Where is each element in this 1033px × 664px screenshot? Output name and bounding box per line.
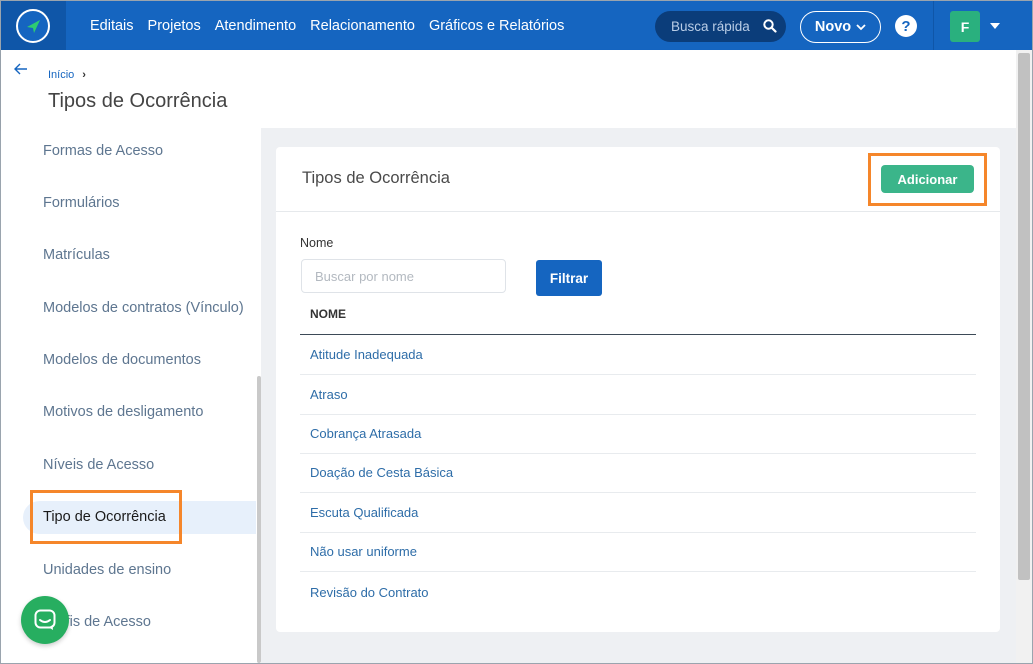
add-button-highlight-box [868, 153, 987, 206]
logo-icon [16, 9, 50, 43]
name-search-input[interactable] [301, 259, 506, 293]
back-arrow-icon[interactable] [14, 62, 28, 80]
nav-graficos-relatorios[interactable]: Gráficos e Relatórios [429, 18, 564, 34]
nav-relacionamento[interactable]: Relacionamento [310, 18, 415, 34]
sidebar-item-modelos-documentos[interactable]: Modelos de documentos [43, 352, 201, 368]
main-nav: Editais Projetos Atendimento Relacioname… [90, 1, 578, 50]
top-navbar: Editais Projetos Atendimento Relacioname… [1, 1, 1032, 50]
sidebar-item-unidades-de-ensino[interactable]: Unidades de ensino [43, 562, 171, 578]
search-icon [763, 19, 777, 36]
logo-container[interactable] [1, 1, 66, 50]
page-title: Tipos de Ocorrência [48, 90, 228, 112]
new-button[interactable]: Novo [800, 11, 881, 43]
quick-search[interactable]: Busca rápida [655, 11, 786, 42]
quick-search-placeholder: Busca rápida [671, 19, 750, 34]
breadcrumb: Início › [48, 69, 86, 81]
sidebar-item-modelos-contratos[interactable]: Modelos de contratos (Vínculo) [43, 300, 244, 316]
card-title: Tipos de Ocorrência [302, 169, 450, 187]
nav-projetos[interactable]: Projetos [148, 18, 201, 34]
sidebar-item-formas-de-acesso[interactable]: Formas de Acesso [43, 143, 163, 159]
user-menu-caret-icon[interactable] [990, 23, 1000, 29]
chat-icon[interactable] [21, 596, 69, 644]
sidebar-item-formularios[interactable]: Formulários [43, 195, 120, 211]
new-button-label: Novo [814, 19, 852, 35]
page-scrollbar-thumb[interactable] [1018, 53, 1030, 580]
column-header-nome[interactable]: NOME [300, 307, 976, 335]
table-row[interactable]: Escuta Qualificada [300, 493, 976, 533]
nav-atendimento[interactable]: Atendimento [215, 18, 296, 34]
settings-sidebar: Formas de Acesso Formulários Matrículas … [1, 128, 261, 663]
table-row[interactable]: Cobrança Atrasada [300, 414, 976, 454]
table-row[interactable]: Revisão do Contrato [300, 572, 976, 612]
table-row[interactable]: Não usar uniforme [300, 532, 976, 572]
name-filter-label: Nome [300, 236, 334, 250]
chevron-down-icon [856, 19, 866, 35]
sidebar-item-matriculas[interactable]: Matrículas [43, 247, 110, 263]
breadcrumb-chevron-icon: › [82, 69, 86, 81]
occurrence-types-card: Tipos de Ocorrência Adicionar Nome Filtr… [276, 147, 1000, 632]
nav-editais[interactable]: Editais [90, 18, 134, 34]
breadcrumb-home[interactable]: Início [48, 69, 74, 81]
table-row[interactable]: Atraso [300, 375, 976, 415]
help-icon[interactable]: ? [895, 15, 917, 37]
filter-button[interactable]: Filtrar [536, 260, 602, 296]
table-row[interactable]: Doação de Cesta Básica [300, 453, 976, 493]
navbar-divider [933, 1, 934, 50]
page-header: Início › Tipos de Ocorrência [1, 50, 1016, 128]
sidebar-item-niveis-de-acesso[interactable]: Níveis de Acesso [43, 457, 154, 473]
sidebar-item-motivos-desligamento[interactable]: Motivos de desligamento [43, 404, 203, 420]
avatar[interactable]: F [950, 11, 980, 42]
sidebar-highlight-box [30, 490, 182, 544]
table-row[interactable]: Atitude Inadequada [300, 335, 976, 375]
